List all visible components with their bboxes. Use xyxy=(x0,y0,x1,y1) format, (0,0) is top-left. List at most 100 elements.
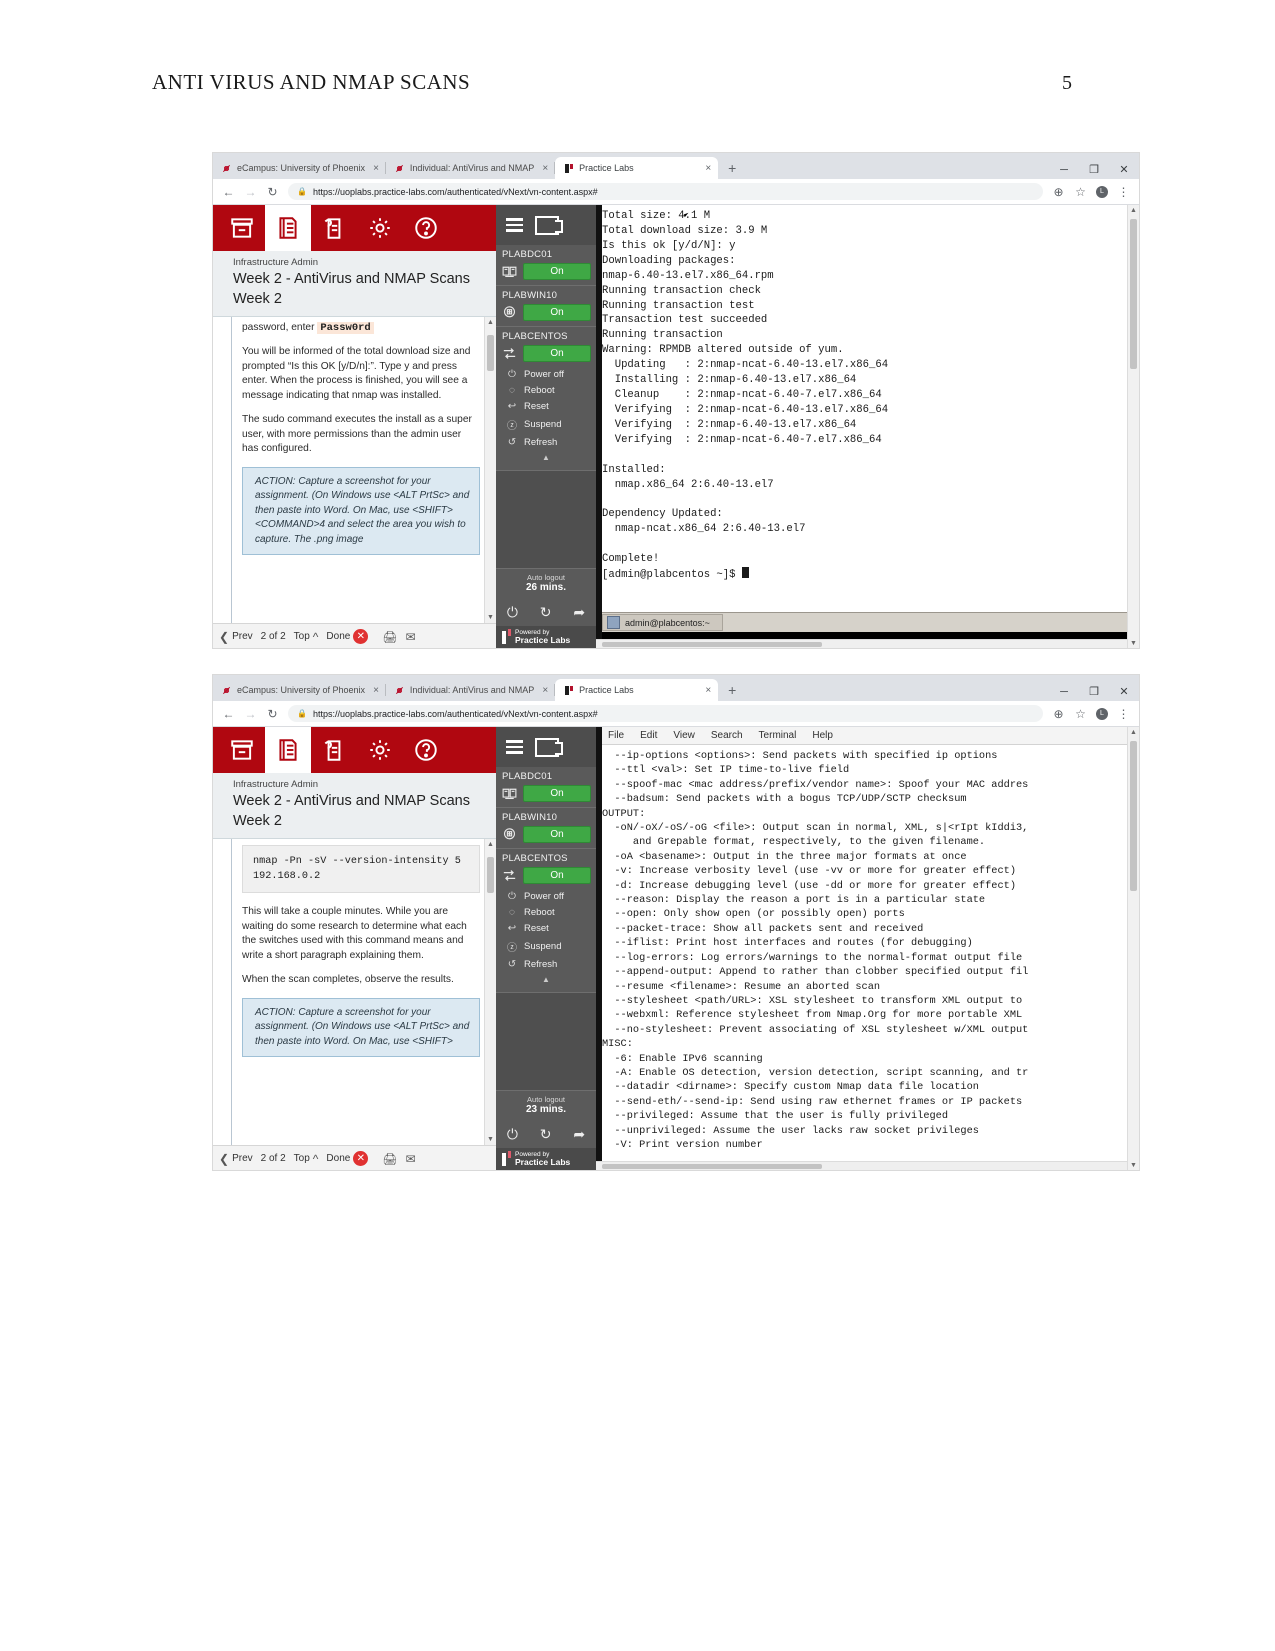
vm-state-badge[interactable]: On xyxy=(523,304,591,321)
back-icon[interactable]: ← xyxy=(222,707,235,721)
vm-action-reboot[interactable]: ◌ Reboot xyxy=(506,904,596,920)
page-scrollbar[interactable]: ▲ ▼ xyxy=(1127,205,1139,648)
vm-state-badge[interactable]: On xyxy=(523,785,591,802)
hscrollbar-thumb[interactable] xyxy=(602,642,822,647)
close-window-button[interactable]: ✕ xyxy=(1109,163,1139,176)
viewport-hscrollbar[interactable] xyxy=(596,1161,1127,1170)
done-button[interactable]: Done ✕ xyxy=(326,629,369,644)
browser-tab-practice-labs[interactable]: Practice Labs × xyxy=(555,157,719,179)
minimize-button[interactable]: ─ xyxy=(1049,686,1079,698)
collapse-icon[interactable]: ▲ xyxy=(496,974,596,987)
vm-action-refresh[interactable]: ↺ Refresh xyxy=(506,956,596,972)
close-window-button[interactable]: ✕ xyxy=(1109,685,1139,698)
vm-action-power-off[interactable]: ⏻ Power off xyxy=(506,366,596,382)
menu-search[interactable]: Search xyxy=(711,730,743,741)
avatar[interactable]: L xyxy=(1096,707,1108,720)
hscrollbar-thumb[interactable] xyxy=(602,1164,822,1169)
scroll-down-icon[interactable]: ▼ xyxy=(485,612,496,623)
scroll-up-icon[interactable]: ▲ xyxy=(1128,727,1139,738)
forward-icon[interactable]: → xyxy=(244,707,257,721)
new-tab-button[interactable]: + xyxy=(718,160,746,179)
back-icon[interactable]: ← xyxy=(222,185,235,199)
browser-tab-individual[interactable]: Individual: AntiVirus and NMAP × xyxy=(385,157,556,179)
collapse-icon[interactable]: ▲ xyxy=(496,452,596,465)
settings-gear-icon[interactable] xyxy=(357,205,403,251)
close-icon[interactable]: × xyxy=(373,685,379,696)
menu-edit[interactable]: Edit xyxy=(640,730,657,741)
scroll-up-icon[interactable]: ▲ xyxy=(1128,205,1139,216)
maximize-button[interactable]: ❐ xyxy=(1079,163,1109,176)
settings-gear-icon[interactable] xyxy=(357,727,403,773)
prev-button[interactable]: ❮ Prev xyxy=(219,1152,253,1166)
notes-icon[interactable] xyxy=(311,727,357,773)
viewport-hscrollbar[interactable] xyxy=(596,639,1127,648)
menu-file[interactable]: File xyxy=(608,730,624,741)
new-tab-button[interactable]: + xyxy=(718,682,746,701)
support-button[interactable]: ✉ xyxy=(406,1152,416,1166)
maximize-button[interactable]: ❐ xyxy=(1079,685,1109,698)
browser-tab-individual[interactable]: Individual: AntiVirus and NMAP × xyxy=(385,679,556,701)
vm-state-badge[interactable]: On xyxy=(523,263,591,280)
page-scrollbar[interactable]: ▲ ▼ xyxy=(1127,727,1139,1170)
forward-icon[interactable]: → xyxy=(244,185,257,199)
document-icon[interactable] xyxy=(265,205,311,251)
document-icon[interactable] xyxy=(265,727,311,773)
vm-action-reset[interactable]: ↩ Reset xyxy=(506,398,596,414)
hamburger-icon[interactable] xyxy=(506,740,523,754)
vm-viewport[interactable]: File Edit View Search Terminal Help --ip… xyxy=(596,727,1127,1170)
scroll-down-icon[interactable]: ▼ xyxy=(1128,638,1139,648)
close-icon[interactable]: × xyxy=(705,163,711,174)
top-button[interactable]: Top ^ xyxy=(294,630,319,644)
exit-icon[interactable]: ➦ xyxy=(573,1126,585,1143)
notes-icon[interactable] xyxy=(311,205,357,251)
scrollbar-thumb[interactable] xyxy=(1130,741,1137,891)
vm-viewport[interactable]: Total size: 4.1 M Total download size: 3… xyxy=(596,205,1127,648)
browser-tab-ecampus[interactable]: eCampus: University of Phoenix × xyxy=(213,679,386,701)
scroll-up-icon[interactable]: ▲ xyxy=(485,317,496,328)
print-button[interactable]: 🖨 xyxy=(382,630,397,644)
vm-action-power-off[interactable]: ⏻ Power off xyxy=(506,888,596,904)
scroll-up-icon[interactable]: ▲ xyxy=(485,839,496,850)
exit-icon[interactable]: ➦ xyxy=(573,604,585,621)
archive-icon[interactable] xyxy=(219,727,265,773)
vm-action-reset[interactable]: ↩ Reset xyxy=(506,920,596,936)
menu-help[interactable]: Help xyxy=(812,730,833,741)
help-icon[interactable] xyxy=(403,205,449,251)
close-icon[interactable]: × xyxy=(705,685,711,696)
zoom-icon[interactable]: ⊕ xyxy=(1052,707,1065,721)
address-bar[interactable]: 🔒 https://uoplabs.practice-labs.com/auth… xyxy=(288,183,1043,200)
vm-action-refresh[interactable]: ↺ Refresh xyxy=(506,434,596,450)
bookmark-star-icon[interactable]: ☆ xyxy=(1074,185,1087,199)
menu-terminal[interactable]: Terminal xyxy=(759,730,797,741)
taskbar-window-button[interactable]: admin@plabcentos:~ xyxy=(602,614,723,631)
address-bar[interactable]: 🔒 https://uoplabs.practice-labs.com/auth… xyxy=(288,705,1043,722)
minimize-button[interactable]: ─ xyxy=(1049,164,1079,176)
reload-icon[interactable]: ↻ xyxy=(266,707,279,721)
vm-state-badge[interactable]: On xyxy=(523,345,591,362)
archive-icon[interactable] xyxy=(219,205,265,251)
support-button[interactable]: ✉ xyxy=(406,630,416,644)
hamburger-icon[interactable] xyxy=(506,218,523,232)
avatar[interactable]: L xyxy=(1096,185,1108,198)
chrome-menu-icon[interactable]: ⋮ xyxy=(1117,185,1130,199)
vm-state-badge[interactable]: On xyxy=(523,867,591,884)
close-icon[interactable]: × xyxy=(542,163,548,174)
chrome-menu-icon[interactable]: ⋮ xyxy=(1117,707,1130,721)
close-icon[interactable]: × xyxy=(542,685,548,696)
help-icon[interactable] xyxy=(403,727,449,773)
browser-tab-ecampus[interactable]: eCampus: University of Phoenix × xyxy=(213,157,386,179)
lab-scrollbar[interactable]: ▲ ▼ xyxy=(484,316,496,623)
bookmark-star-icon[interactable]: ☆ xyxy=(1074,707,1087,721)
vm-state-badge[interactable]: On xyxy=(523,826,591,843)
scrollbar-thumb[interactable] xyxy=(487,334,494,371)
close-icon[interactable]: × xyxy=(373,163,379,174)
refresh-icon[interactable]: ↻ xyxy=(540,1126,552,1143)
power-icon[interactable]: ⏻ xyxy=(507,1126,518,1143)
prev-button[interactable]: ❮ Prev xyxy=(219,630,253,644)
scrollbar-thumb[interactable] xyxy=(1130,219,1137,369)
scrollbar-thumb[interactable] xyxy=(487,856,494,893)
zoom-icon[interactable]: ⊕ xyxy=(1052,185,1065,199)
menu-view[interactable]: View xyxy=(673,730,695,741)
vm-action-suspend[interactable]: ⓩ Suspend xyxy=(506,936,596,956)
top-button[interactable]: Top ^ xyxy=(294,1152,319,1166)
